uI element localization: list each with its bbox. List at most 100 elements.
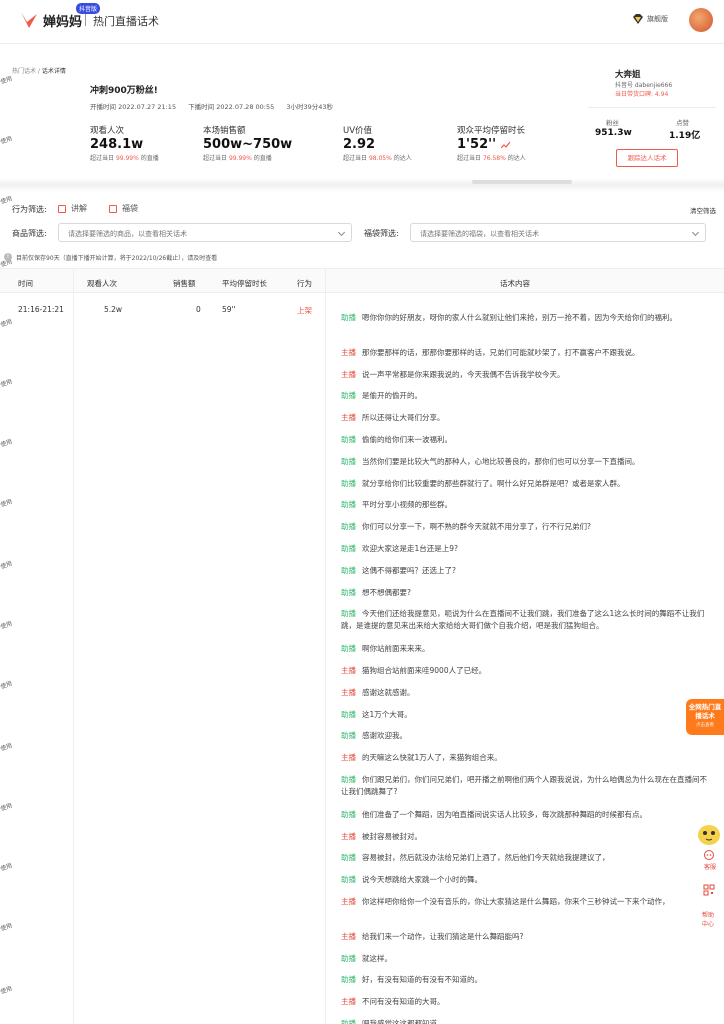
logo-icon[interactable] xyxy=(18,8,40,30)
cmp-suffix: 的达人 xyxy=(507,155,526,162)
avatar[interactable] xyxy=(689,8,713,32)
end-time: 下播时间 2022.07.28 00:55 xyxy=(188,103,275,111)
script-line: 主播 说一声平常都是你来跟我说的，今天我偶不告诉我学校今天。 xyxy=(341,369,709,381)
follow-script-button[interactable]: 跟踪达人话术 xyxy=(616,149,678,167)
breadcrumb-current: 话术详情 xyxy=(41,68,66,75)
col-sales: 销售额 xyxy=(173,279,196,288)
script-text: 你们跟兄弟们，你们问兄弟们，吧开播之前啊他们两个人跟我说说，为什么咱偶总为什么现… xyxy=(341,775,707,796)
script-text: 容易被封，然后就没办法给兄弟们上酒了，然后他们今天就给我提建议了， xyxy=(362,853,610,863)
speaker-role: 助播 xyxy=(341,644,356,654)
fans-value: 951.3w xyxy=(595,128,632,138)
speaker-role: 助播 xyxy=(341,391,356,401)
anchor-name[interactable]: 大奔姐 xyxy=(615,68,641,80)
section-title[interactable]: 热门直播话术 xyxy=(93,13,159,29)
vip-diamond-icon xyxy=(633,14,643,24)
script-text: 所以还得让大哥们分享。 xyxy=(362,413,445,423)
qr-code-icon[interactable] xyxy=(703,884,715,896)
script-line: 助播 感谢欢迎我。 xyxy=(341,730,709,742)
cmp-suffix: 的直播 xyxy=(253,155,272,162)
script-text: 吧我感觉这这都都知道。 xyxy=(362,1019,445,1024)
speaker-role: 主播 xyxy=(341,687,356,697)
speaker-role: 助播 xyxy=(341,609,356,619)
likes-label: 点赞 xyxy=(676,119,689,127)
script-text: 这1万个大哥。 xyxy=(362,709,412,719)
bag-select[interactable]: 请选择要筛选的福袋，以查看相关话术 xyxy=(410,223,706,242)
speaker-role: 主播 xyxy=(341,666,356,675)
script-text: 就分享给你们比较重要的那些群就行了。啊什么好兄弟群是吧？或者是家人群。 xyxy=(362,478,625,488)
explain-option[interactable]: 讲解 xyxy=(71,203,87,214)
script-line: 助播 当然你们要是比较大气的那种人，心地比较善良的，那你们也可以分享一下直播间。 xyxy=(341,456,709,468)
script-text: 给我们来一个动作，让我们猜这是什么舞蹈能吗? xyxy=(362,931,524,941)
stat-compare: 超过当日 98.05% 的达人 xyxy=(343,153,412,162)
watermark-text: 使用 xyxy=(0,318,14,329)
chevron-down-icon xyxy=(691,228,700,237)
section-divider xyxy=(0,178,724,192)
speaker-role: 主播 xyxy=(341,347,356,357)
row-action[interactable]: 上架 xyxy=(297,305,312,316)
script-text: 说今天想跳给大家跳一个小时的舞。 xyxy=(362,875,482,885)
live-times: 开播时间 2022.07.27 21:15 下播时间 2022.07.28 00… xyxy=(90,101,343,111)
breadcrumb-parent[interactable]: 热门话术 xyxy=(12,68,36,75)
script-text: 好，有没有知道的有没有不知道的。 xyxy=(362,975,482,985)
cmp-prefix: 超过当日 xyxy=(90,155,115,162)
script-line: 助播 吧我感觉这这都都知道。 xyxy=(341,1018,709,1024)
row-sales: 0 xyxy=(196,305,201,314)
script-line: 助播 平时分享小视频的那些群。 xyxy=(341,499,709,511)
watermark-text: 使用 xyxy=(0,802,14,813)
speaker-role: 主播 xyxy=(341,831,356,841)
clear-filter-button[interactable]: 清空筛选 xyxy=(690,205,716,215)
row-time: 21:16-21:21 xyxy=(18,305,64,314)
table-header: 时间 观看人次 销售额 平均停留时长 行为 话术内容 xyxy=(0,268,724,293)
watermark-text: 使用 xyxy=(0,135,14,146)
script-text: 当然你们要是比较大气的那种人，心地比较善良的，那你们也可以分享一下直播间。 xyxy=(362,456,640,466)
service-label[interactable]: 客服 xyxy=(704,862,716,871)
explain-checkbox[interactable] xyxy=(58,205,66,213)
script-line: 主播 不问有没有知道的大哥。 xyxy=(341,996,709,1008)
mascot-icon[interactable] xyxy=(696,822,722,846)
info-icon: ! xyxy=(4,253,12,261)
script-text: 就这样。 xyxy=(362,953,392,963)
script-line: 主播 那你要那样的话，那那你要那样的话，兄弟们可能就吵架了，打不赢客户不跟我说。 xyxy=(341,347,709,359)
script-line: 助播 是偷开的偷开的。 xyxy=(341,390,709,402)
speaker-role: 主播 xyxy=(341,997,356,1007)
brand-name[interactable]: 婵妈妈 xyxy=(43,11,82,30)
script-text: 今天他们还给我提意见，呃说为什么在直播间不让我们跳，我们准备了这么1这么长时间的… xyxy=(341,609,705,630)
speaker-role: 助播 xyxy=(341,953,356,963)
col-stay: 平均停留时长 xyxy=(222,279,267,288)
script-text: 那你要那样的话，那那你要那样的话，兄弟们可能就吵架了，打不赢客户不跟我说。 xyxy=(362,347,640,357)
col-views: 观看人次 xyxy=(87,279,117,288)
speaker-role: 助播 xyxy=(341,1019,356,1024)
script-line: 助播 好，有没有知道的有没有不知道的。 xyxy=(341,974,709,986)
lucky-bag-checkbox[interactable] xyxy=(109,205,117,213)
watermark-text: 使用 xyxy=(0,922,14,933)
product-select[interactable]: 请选择要筛选的商品，以查看相关话术 xyxy=(58,223,352,242)
script-text: 你们可以分享一下，啊不熟的群今天就就不用分享了，行不行兄弟们? xyxy=(362,522,591,532)
watermark-text: 使用 xyxy=(0,862,14,873)
row-views: 5.2w xyxy=(104,305,123,314)
horizontal-scrollbar[interactable] xyxy=(472,180,572,184)
customer-service-icon[interactable] xyxy=(703,849,715,861)
lucky-bag-option[interactable]: 福袋 xyxy=(122,203,138,214)
script-line: 助播 欢迎大家这是走1台还是上9? xyxy=(341,543,709,555)
script-text: 是偷开的偷开的。 xyxy=(362,391,422,401)
stat-compare: 超过当日 76.58% 的达人 xyxy=(457,153,526,162)
live-title: 冲刺900万粉丝! xyxy=(90,86,158,96)
speaker-role: 助播 xyxy=(341,500,356,510)
likes-value: 1.19亿 xyxy=(669,131,701,141)
script-line: 助播 今天他们还给我提意见，呃说为什么在直播间不让我们跳，我们准备了这么1这么长时… xyxy=(341,608,709,631)
stat-label: 观众平均停留时长 xyxy=(457,126,526,136)
start-time: 开播时间 2022.07.27 21:15 xyxy=(90,103,177,111)
script-text: 的天嘛这么快就1万人了，来猫狗组合来。 xyxy=(362,753,502,763)
breadcrumb: 热门话术 / 话术详情 xyxy=(12,66,66,75)
speaker-role: 主播 xyxy=(341,931,356,941)
top-bar: 婵妈妈 抖音版 热门直播话术 旗舰版 xyxy=(0,0,724,44)
cmp-pct: 99.99% xyxy=(115,155,139,162)
anchor-douyin-id: 抖音号 dabenjie666 xyxy=(615,82,673,89)
script-line: 主播 猫狗组合站前面来哇9000人了已经。 xyxy=(341,665,709,677)
cmp-pct: 98.05% xyxy=(368,155,392,162)
help-center-label[interactable]: 帮助中心 xyxy=(702,911,718,929)
vip-label[interactable]: 旗舰版 xyxy=(647,14,668,24)
speaker-role: 助播 xyxy=(341,709,356,719)
script-text: 猫狗组合站前面来哇9000人了已经。 xyxy=(362,666,487,675)
promo-banner[interactable]: 全网热门直播话术 点击查看 xyxy=(686,699,724,735)
